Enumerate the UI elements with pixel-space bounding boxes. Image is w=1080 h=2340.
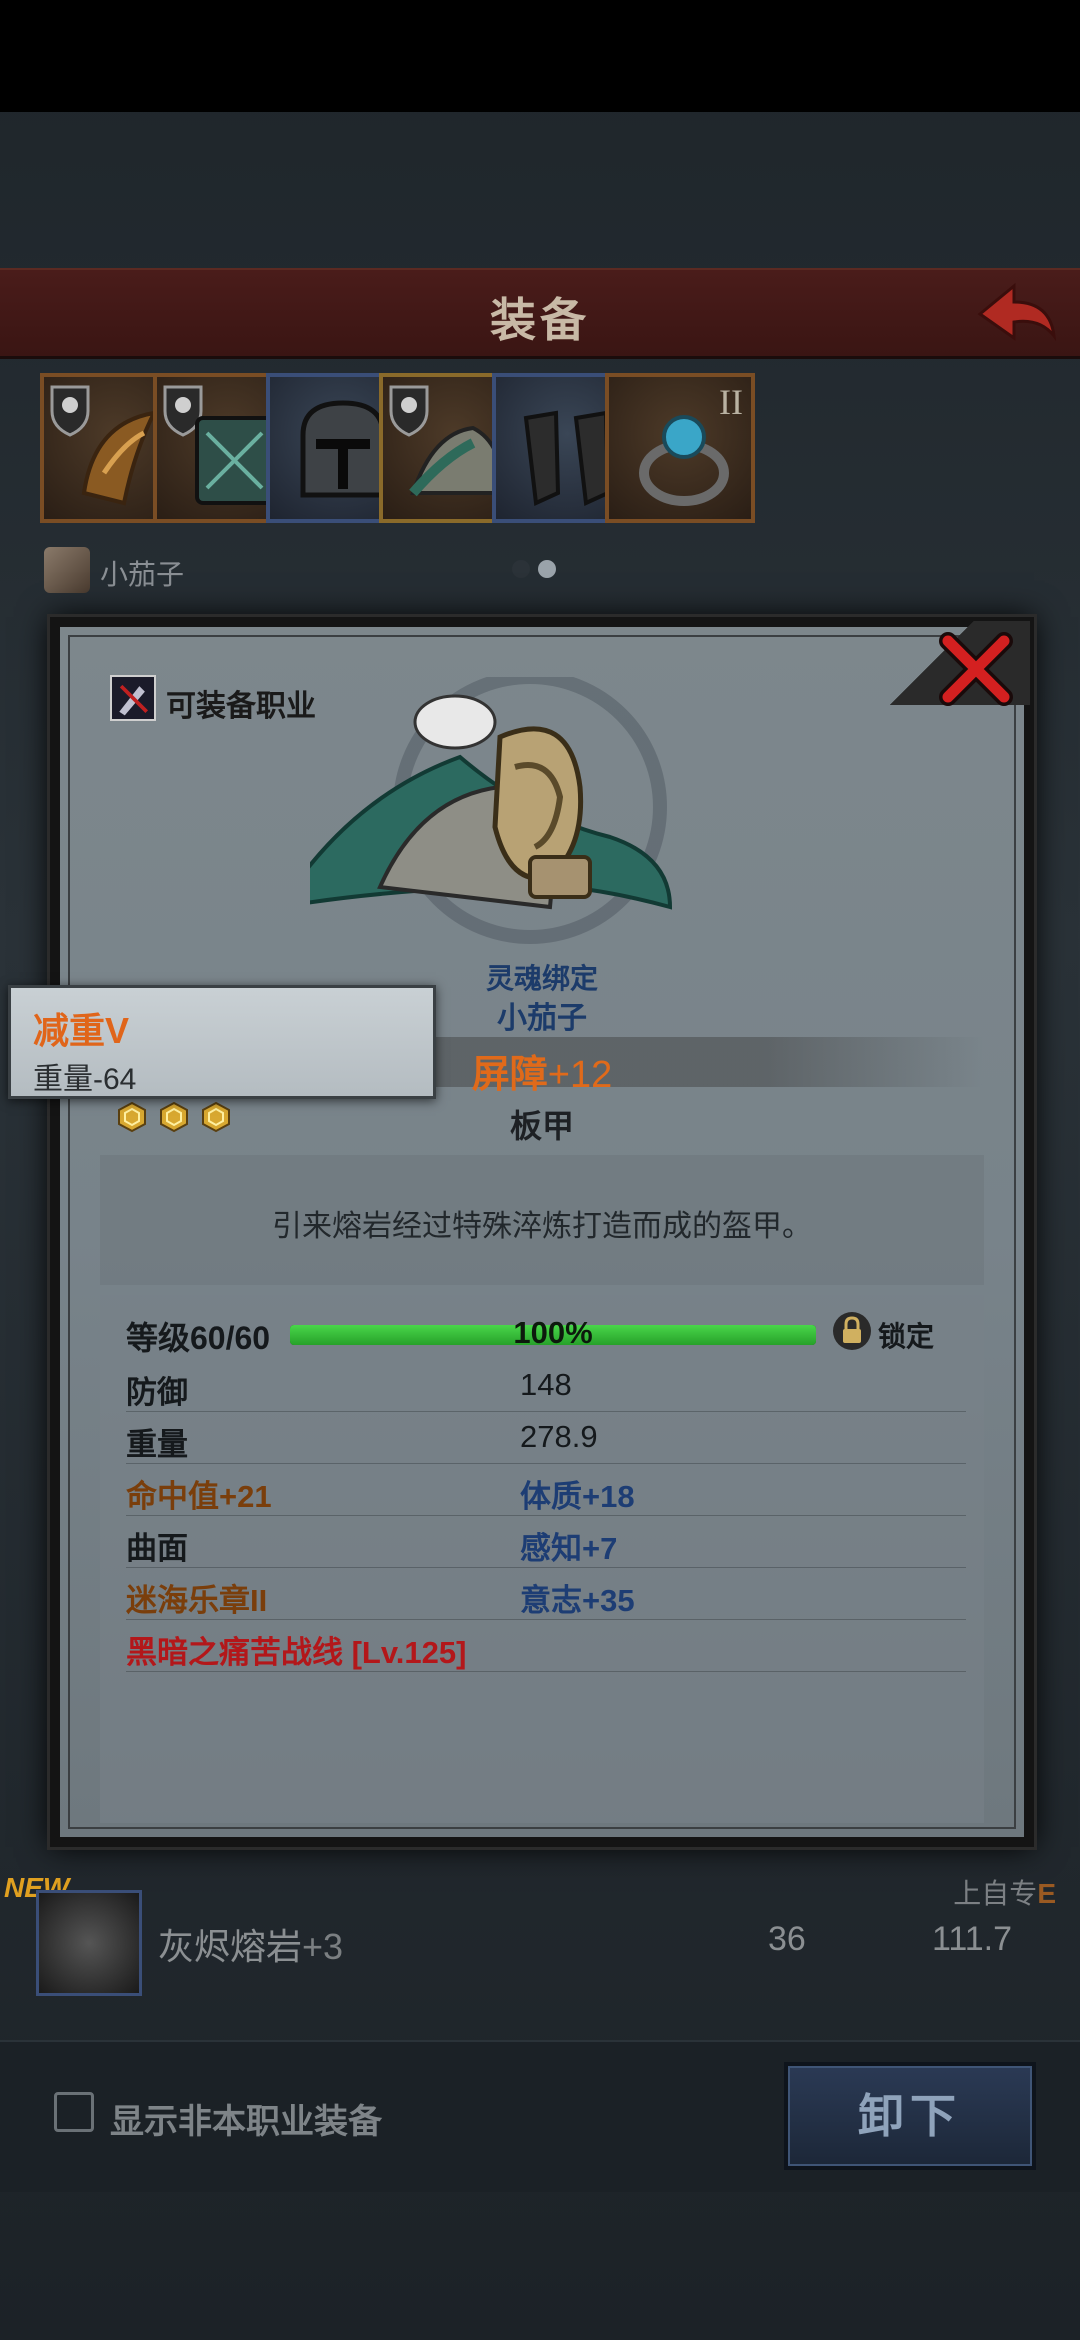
stats-panel: 等级60/60 100% 锁定 防御 148 重量 278.9 命中值+21 体… bbox=[100, 1295, 984, 1823]
armor-art-icon bbox=[310, 677, 673, 944]
status-bar bbox=[0, 0, 1080, 112]
stat-row: 重量 278.9 bbox=[126, 1411, 966, 1464]
level-percent: 100% bbox=[513, 1315, 593, 1350]
stat-label: 命中值+21 bbox=[126, 1479, 272, 1514]
item-defense: 36 bbox=[768, 1920, 806, 1958]
description-box: 引来熔岩经过特殊淬炼打造而成的盔甲。 bbox=[100, 1155, 984, 1285]
back-arrow-icon[interactable] bbox=[970, 278, 1060, 348]
item-name: 灰烬熔岩+3 bbox=[158, 1926, 344, 1967]
header: 装备 bbox=[0, 268, 1080, 359]
page-title: 装备 bbox=[490, 294, 590, 346]
tooltip-title: 减重V bbox=[33, 1010, 130, 1051]
ring-art-icon bbox=[639, 415, 729, 506]
bottom-bar: 显示非本职业装备 卸下 bbox=[0, 2040, 1080, 2192]
stat-label: 重量 bbox=[126, 1427, 188, 1462]
item-tag: 上自专E bbox=[953, 1878, 1056, 1909]
checkbox-label: 显示非本职业装备 bbox=[110, 2103, 382, 2141]
close-icon[interactable] bbox=[934, 627, 1018, 711]
gem-icon bbox=[160, 1101, 188, 1133]
page-indicator bbox=[512, 560, 564, 583]
level-label: 等级60/60 bbox=[126, 1320, 271, 1356]
stat-row: 曲面 感知+7 bbox=[126, 1515, 966, 1568]
tooltip-body: 重量-64 bbox=[33, 1063, 137, 1096]
item-thumbnail bbox=[36, 1890, 142, 1996]
stat-value: 278.9 bbox=[520, 1419, 598, 1454]
page-dot-active bbox=[538, 560, 556, 578]
unequip-button[interactable]: 卸下 bbox=[784, 2062, 1036, 2170]
stat-label: 曲面 bbox=[126, 1531, 188, 1566]
slot-ring[interactable]: II bbox=[605, 373, 755, 523]
gem-sockets bbox=[116, 1101, 242, 1138]
equippable-class-label[interactable]: 可装备职业 bbox=[166, 681, 316, 725]
stat-row: 防御 148 bbox=[126, 1359, 966, 1412]
lock-icon[interactable] bbox=[832, 1309, 872, 1353]
page-dot bbox=[512, 560, 530, 578]
stat-value: 意志+35 bbox=[520, 1583, 635, 1618]
screen: 装备 I I II II bbox=[0, 0, 1080, 2340]
stat-row: 迷海乐章II 意志+35 bbox=[126, 1567, 966, 1620]
set-bonus-row: 黑暗之痛苦战线 [Lv.125] bbox=[126, 1619, 966, 1672]
gem-icon bbox=[202, 1101, 230, 1133]
lock-label[interactable]: 锁定 bbox=[878, 1315, 934, 1355]
gem-icon bbox=[118, 1101, 146, 1133]
item-detail-modal: 可装备职业 灵魂绑定 小茄子 屏障+12 板甲 引来熔岩经过特殊淬炼打造而成的盔… bbox=[50, 617, 1034, 1847]
stat-value: 148 bbox=[520, 1367, 572, 1402]
stat-value: 体质+18 bbox=[520, 1479, 635, 1514]
set-bonus-label[interactable]: 黑暗之痛苦战线 [Lv.125] bbox=[126, 1627, 466, 1672]
stat-row: 命中值+21 体质+18 bbox=[126, 1463, 966, 1516]
equipment-slots: I I II II bbox=[40, 373, 1040, 529]
enchant-tooltip: 减重V 重量-64 bbox=[8, 985, 436, 1099]
item-weight: 111.7 bbox=[932, 1920, 1013, 1958]
stat-label: 迷海乐章II bbox=[126, 1583, 268, 1618]
level-row: 等级60/60 100% 锁定 bbox=[126, 1305, 966, 1356]
show-other-class-checkbox[interactable] bbox=[54, 2092, 94, 2132]
item-description: 引来熔岩经过特殊淬炼打造而成的盔甲。 bbox=[272, 1210, 812, 1243]
stat-label: 防御 bbox=[126, 1375, 188, 1410]
character-name: 小茄子 bbox=[100, 559, 185, 590]
job-class-icon[interactable] bbox=[110, 675, 156, 721]
stat-value: 感知+7 bbox=[520, 1531, 618, 1566]
avatar bbox=[44, 547, 90, 593]
list-item[interactable]: NEW 灰烬熔岩+3 36 111.7 上自专E bbox=[0, 1860, 1080, 2040]
